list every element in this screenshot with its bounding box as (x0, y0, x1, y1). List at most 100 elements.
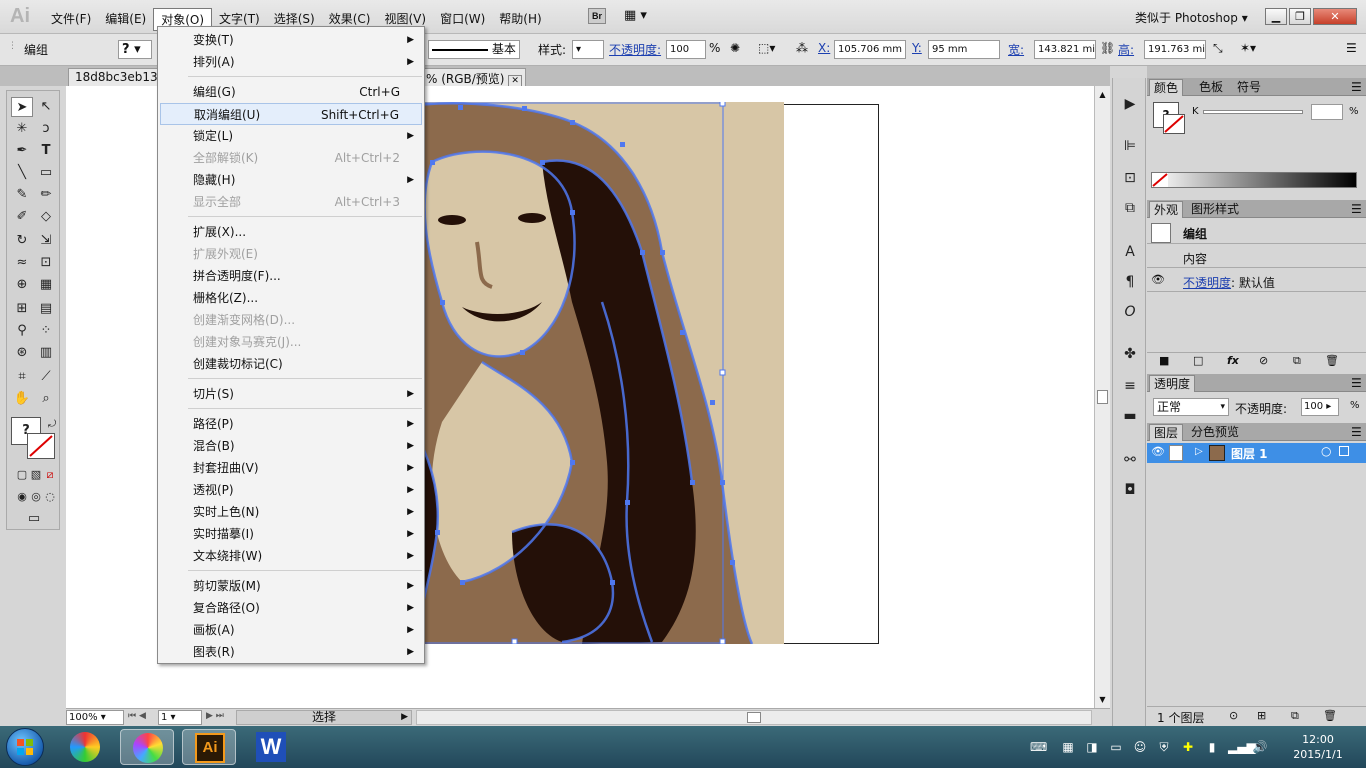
object-menu-item[interactable]: 封套扭曲(V) ▶ (160, 457, 422, 479)
link-proportions-icon[interactable]: ⛓ (1100, 41, 1115, 55)
minimize-icon[interactable]: ▁ (1265, 8, 1287, 25)
clipping-mask-icon[interactable]: ⊞ (1257, 709, 1266, 722)
tab-appearance[interactable]: 外观 (1149, 201, 1184, 218)
add-effect-icon[interactable]: fx (1227, 354, 1239, 367)
layer-row[interactable]: 👁 ▷ 图层 1 ○ (1147, 443, 1366, 463)
layer-name[interactable]: 图层 1 (1231, 445, 1268, 462)
blend-mode-select[interactable]: 正常 ▾ (1153, 398, 1229, 416)
type-tool-icon[interactable]: T (35, 141, 57, 161)
line-tool-icon[interactable]: ╲ (11, 163, 33, 183)
object-menu-item[interactable]: 画板(A) ▶ (160, 619, 422, 641)
layer-lock-toggle[interactable] (1169, 445, 1183, 461)
links-panel-icon[interactable]: ⚯ (1120, 450, 1140, 470)
vertical-scrollbar[interactable]: ▲ ▼ (1094, 86, 1110, 708)
height-input[interactable]: 191.763 mi (1144, 40, 1206, 59)
column-graph-tool-icon[interactable]: ▥ (35, 343, 57, 363)
menu-edit[interactable]: 编辑(E) (98, 8, 153, 31)
color-spectrum-bar[interactable] (1151, 172, 1357, 188)
tray-app-icon[interactable]: ▦ (1060, 739, 1076, 755)
draw-inside-icon[interactable]: ◌ (39, 487, 61, 507)
artboard-select[interactable]: 1 ▾ (158, 710, 202, 725)
none-mode-icon[interactable]: ⧄ (39, 465, 61, 485)
object-menu-item[interactable]: 变换(T) ▶ (160, 29, 422, 51)
opacity-input[interactable]: 100 (666, 40, 706, 59)
transform-icon[interactable]: ⤡ (1213, 41, 1223, 56)
network-signal-icon[interactable]: ▂▄▆ (1228, 739, 1256, 755)
duplicate-item-icon[interactable]: ⧉ (1293, 354, 1301, 368)
scroll-up-icon[interactable]: ▲ (1095, 90, 1110, 99)
align-panel-icon[interactable]: ⊫ (1120, 136, 1140, 156)
zoom-tool-icon[interactable]: ⌕ (35, 389, 57, 409)
object-menu-item[interactable]: 编组(G) Ctrl+G (160, 81, 422, 103)
object-menu-item[interactable]: 路径(P) ▶ (160, 413, 422, 435)
menu-window[interactable]: 窗口(W) (433, 8, 492, 31)
object-menu-item[interactable]: 图表(R) ▶ (160, 641, 422, 663)
scale-tool-icon[interactable]: ⇲ (35, 231, 57, 251)
appearance-opacity-link[interactable]: 不透明度 (1183, 274, 1231, 291)
status-menu-icon[interactable]: ▶ (401, 711, 408, 724)
bridge-button[interactable]: Br (588, 8, 606, 24)
tab-symbols[interactable]: 符号 (1233, 79, 1265, 96)
zoom-select[interactable]: 100% ▾ (66, 710, 124, 725)
object-menu-item[interactable]: 实时描摹(I) ▶ (160, 523, 422, 545)
taskbar-app-windows[interactable] (58, 729, 112, 765)
tray-monitor-icon[interactable]: ▭ (1108, 739, 1124, 755)
menu-help[interactable]: 帮助(H) (492, 8, 548, 31)
object-menu-item[interactable]: 锁定(L) ▶ (160, 125, 422, 147)
object-menu-item[interactable]: 透视(P) ▶ (160, 479, 422, 501)
tray-plus-icon[interactable]: ✚ (1180, 739, 1196, 755)
tray-app2-icon[interactable]: ◨ (1084, 739, 1100, 755)
transparency-opacity-input[interactable]: 100 ▸ (1301, 398, 1339, 416)
warp-tool-icon[interactable]: ≈ (11, 253, 33, 273)
screen-mode-icon[interactable]: ▭ (23, 509, 45, 529)
layer-visibility-eye-icon[interactable]: 👁 (1151, 445, 1165, 458)
layer-selection-indicator[interactable] (1339, 446, 1349, 456)
fill-color-picker[interactable]: ? ▾ (118, 40, 152, 59)
stroke-panel-icon[interactable]: ≡ (1120, 376, 1140, 396)
shape-builder-tool-icon[interactable]: ⊕ (11, 275, 33, 295)
tab-layers[interactable]: 图层 (1149, 424, 1184, 441)
align-icon[interactable]: ⬚▾ (758, 41, 775, 55)
object-menu-item[interactable]: 取消编组(U) Shift+Ctrl+G (160, 103, 422, 125)
stroke-profile-select[interactable]: 基本 (428, 40, 520, 59)
clock[interactable]: 12:00 2015/1/1 (1288, 732, 1348, 762)
magic-wand-tool-icon[interactable]: ✳ (11, 119, 33, 139)
object-menu-item[interactable]: 剪切蒙版(M) ▶ (160, 575, 422, 597)
paragraph-panel-icon[interactable]: ¶ (1120, 272, 1140, 292)
add-stroke-icon[interactable]: ■ (1159, 354, 1169, 367)
blob-brush-tool-icon[interactable]: ✐ (11, 207, 33, 227)
gradient-tool-icon[interactable]: ▤ (35, 299, 57, 319)
taskbar-app-browser[interactable] (120, 729, 174, 765)
panel-collapse-bar[interactable] (1147, 66, 1366, 78)
start-button[interactable] (6, 728, 44, 766)
object-menu-item[interactable]: 隐藏(H) ▶ (160, 169, 422, 191)
rotate-tool-icon[interactable]: ↻ (11, 231, 33, 251)
appearance-title-row[interactable]: 编组 (1147, 222, 1366, 244)
layers-panel-menu-icon[interactable]: ☰ (1347, 424, 1366, 441)
artboard-tool-icon[interactable]: ⌗ (11, 367, 33, 387)
pathfinder-panel-icon[interactable]: ⧉ (1120, 198, 1140, 218)
object-menu-item[interactable]: 排列(A) ▶ (160, 51, 422, 73)
control-panel-menu-icon[interactable]: ☰ (1346, 41, 1357, 55)
tab-color[interactable]: 颜色 (1149, 79, 1184, 96)
brushes-panel-icon[interactable]: ✤ (1120, 344, 1140, 364)
appearance-panel-menu-icon[interactable]: ☰ (1347, 201, 1366, 218)
object-menu-item[interactable]: 文本绕排(W) ▶ (160, 545, 422, 567)
character-panel-icon[interactable]: A (1120, 242, 1140, 262)
y-input[interactable]: 95 mm (928, 40, 1000, 59)
x-input[interactable]: 105.706 mm (834, 40, 906, 59)
actions-panel-icon[interactable]: ▶ (1120, 94, 1140, 114)
symbol-sprayer-tool-icon[interactable]: ⊛ (11, 343, 33, 363)
tab-transparency[interactable]: 透明度 (1149, 375, 1196, 392)
object-menu-item[interactable]: 切片(S) ▶ (160, 383, 422, 405)
object-menu-item[interactable]: 实时上色(N) ▶ (160, 501, 422, 523)
scroll-down-icon[interactable]: ▼ (1095, 695, 1110, 704)
free-transform-tool-icon[interactable]: ⊡ (35, 253, 57, 273)
clear-appearance-icon[interactable]: ⊘ (1259, 354, 1268, 367)
gradient-panel-icon[interactable]: ▬ (1120, 406, 1140, 426)
isolate-icon[interactable]: ✶▾ (1240, 41, 1256, 55)
eraser-tool-icon[interactable]: ◇ (35, 207, 57, 227)
opentype-panel-icon[interactable]: O (1120, 302, 1140, 322)
tray-qq-icon[interactable]: ☺ (1132, 739, 1148, 755)
next-artboard-icon[interactable]: ▶ ⏭ (206, 711, 224, 721)
